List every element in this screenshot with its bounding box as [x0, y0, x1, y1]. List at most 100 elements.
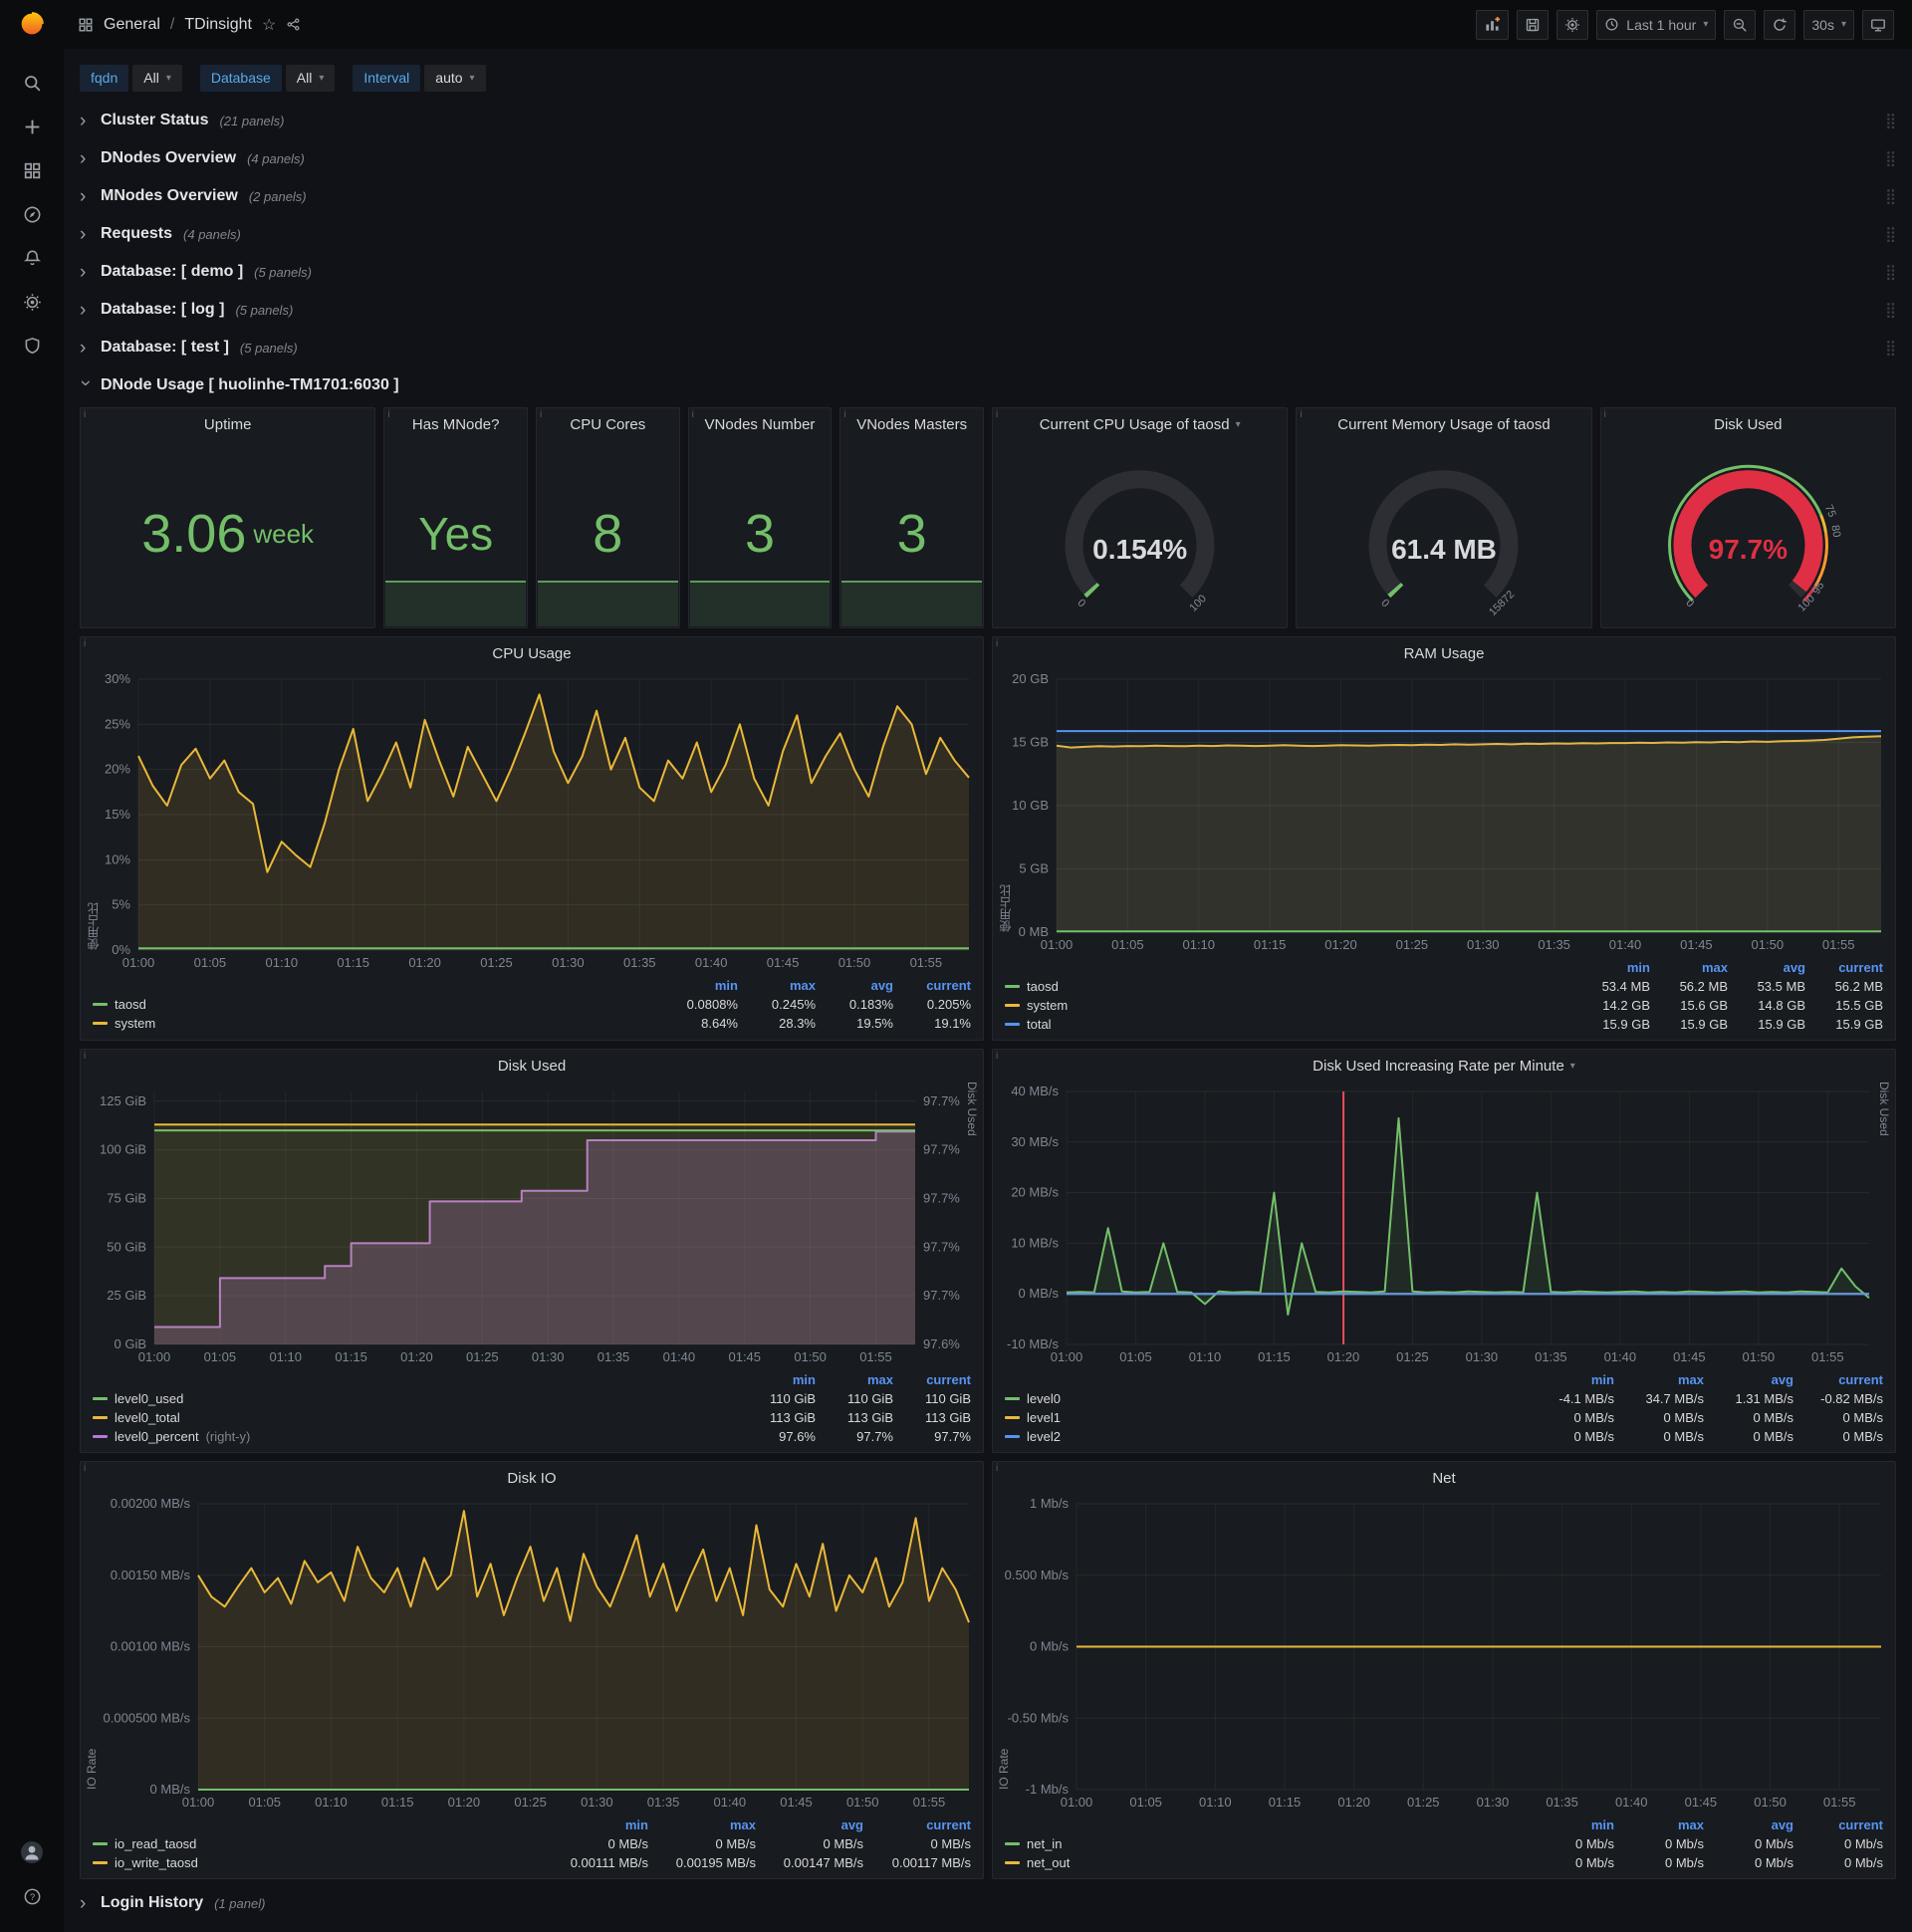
panel-info-icon[interactable]: i: [689, 408, 704, 423]
interval-variable-label[interactable]: Interval: [353, 64, 421, 92]
panel-info-icon[interactable]: i: [1601, 408, 1616, 423]
row-drag-handle[interactable]: ⣿: [1885, 112, 1896, 129]
legend-col[interactable]: current: [893, 1372, 971, 1387]
legend-col[interactable]: min: [1525, 1817, 1614, 1832]
add-panel-button[interactable]: [1476, 9, 1510, 40]
row-mnodes-overview[interactable]: › MNodes Overview (2 panels) ⣿: [80, 180, 1896, 212]
row-cluster-status[interactable]: › Cluster Status (21 panels) ⣿: [80, 105, 1896, 136]
legend-series[interactable]: level0_total: [93, 1410, 738, 1425]
panel-title[interactable]: RAM Usage: [993, 637, 1895, 669]
legend-series[interactable]: level0_percent (right-y): [93, 1429, 738, 1444]
legend-series[interactable]: level1: [1005, 1410, 1525, 1425]
panel-info-icon[interactable]: i: [993, 637, 1008, 652]
legend-series[interactable]: level2: [1005, 1429, 1525, 1444]
tv-mode-button[interactable]: [1862, 9, 1894, 40]
legend-col[interactable]: min: [738, 1372, 816, 1387]
row-drag-handle[interactable]: ⣿: [1885, 187, 1896, 205]
panel-title[interactable]: CPU Cores: [537, 408, 679, 440]
fqdn-variable-value[interactable]: All ▾: [132, 64, 182, 92]
legend-col[interactable]: min: [541, 1817, 648, 1832]
row-dnodes-overview[interactable]: › DNodes Overview (4 panels) ⣿: [80, 142, 1896, 174]
legend-series[interactable]: total: [1005, 1017, 1572, 1032]
net-chart[interactable]: 01:00 01:05 01:10 01:15 01:20 01:25 01:30 01:35…: [993, 1494, 1895, 1813]
panel-title[interactable]: Current Memory Usage of taosd: [1297, 408, 1590, 440]
legend-col[interactable]: min: [1572, 960, 1650, 975]
legend-series[interactable]: io_write_taosd: [93, 1855, 541, 1870]
breadcrumb-folder[interactable]: General: [104, 16, 160, 34]
share-icon[interactable]: [286, 17, 301, 32]
row-drag-handle[interactable]: ⣿: [1885, 225, 1896, 243]
panel-title[interactable]: Disk Used: [1601, 408, 1895, 440]
panel-title[interactable]: VNodes Number: [689, 408, 832, 440]
panel-title[interactable]: Uptime: [81, 408, 374, 440]
legend-col[interactable]: avg: [1704, 1372, 1793, 1387]
panel-info-icon[interactable]: i: [993, 408, 1008, 423]
legend-col[interactable]: max: [816, 1372, 893, 1387]
explore-compass-icon[interactable]: [12, 192, 52, 236]
panel-info-icon[interactable]: i: [384, 408, 399, 423]
panel-info-icon[interactable]: i: [840, 408, 855, 423]
row-drag-handle[interactable]: ⣿: [1885, 339, 1896, 357]
time-range-picker[interactable]: Last 1 hour ▾: [1596, 9, 1717, 40]
legend-col[interactable]: min: [1525, 1372, 1614, 1387]
panel-title[interactable]: Disk Used: [81, 1050, 983, 1082]
panel-info-icon[interactable]: i: [993, 1462, 1008, 1477]
panel-info-icon[interactable]: i: [81, 408, 96, 423]
legend-series[interactable]: level0: [1005, 1391, 1525, 1406]
grafana-logo[interactable]: [17, 9, 47, 39]
dashboards-icon[interactable]: [12, 148, 52, 192]
star-icon[interactable]: ☆: [262, 15, 276, 35]
panel-info-icon[interactable]: i: [81, 1050, 96, 1065]
legend-series[interactable]: level0_used: [93, 1391, 738, 1406]
legend-series[interactable]: system: [93, 1016, 660, 1031]
dashboard-grid-icon[interactable]: [78, 17, 94, 33]
legend-series[interactable]: net_out: [1005, 1855, 1525, 1870]
legend-series[interactable]: io_read_taosd: [93, 1836, 541, 1851]
legend-col[interactable]: current: [863, 1817, 971, 1832]
disk-io-chart[interactable]: 01:00 01:05 01:10 01:15 01:20 01:25 01:30 01:35…: [81, 1494, 983, 1813]
refresh-interval-select[interactable]: 30s ▾: [1803, 9, 1854, 40]
cpu-usage-chart[interactable]: 01:00 01:05 01:10 01:15 01:20 01:25 01:30 01:35…: [81, 669, 983, 974]
row-drag-handle[interactable]: ⣿: [1885, 263, 1896, 281]
panel-info-icon[interactable]: i: [81, 637, 96, 652]
row-drag-handle[interactable]: ⣿: [1885, 149, 1896, 167]
search-icon[interactable]: [12, 61, 52, 105]
panel-title[interactable]: Net: [993, 1462, 1895, 1494]
zoom-out-button[interactable]: [1724, 9, 1757, 40]
row-login-history[interactable]: › Login History (1 panel): [80, 1887, 1896, 1919]
legend-series[interactable]: net_in: [1005, 1836, 1525, 1851]
help-icon[interactable]: ?: [12, 1874, 52, 1918]
panel-title[interactable]: Has MNode?: [384, 408, 527, 440]
legend-col[interactable]: max: [648, 1817, 756, 1832]
legend-col[interactable]: min: [660, 978, 738, 993]
row-requests[interactable]: › Requests (4 panels) ⣿: [80, 218, 1896, 250]
row-dnode-usage[interactable]: › DNode Usage [ huolinhe-TM1701:6030 ]: [76, 369, 1896, 401]
configuration-gear-icon[interactable]: [12, 280, 52, 324]
panel-info-icon[interactable]: i: [537, 408, 552, 423]
disk-rate-chart[interactable]: 01:00 01:05 01:10 01:15 01:20 01:25 01:30 01:35…: [993, 1082, 1895, 1368]
create-plus-icon[interactable]: [12, 105, 52, 148]
panel-title[interactable]: Current CPU Usage of taosd ▾: [993, 408, 1287, 440]
alerting-bell-icon[interactable]: [12, 236, 52, 280]
save-dashboard-button[interactable]: [1517, 9, 1550, 40]
legend-series[interactable]: system: [1005, 998, 1572, 1013]
legend-col[interactable]: avg: [1728, 960, 1805, 975]
panel-title[interactable]: Disk Used Increasing Rate per Minute ▾: [993, 1050, 1895, 1082]
legend-col[interactable]: max: [738, 978, 816, 993]
row-database-log[interactable]: › Database: [ log ] (5 panels) ⣿: [80, 294, 1896, 326]
panel-info-icon[interactable]: i: [993, 1050, 1008, 1065]
row-drag-handle[interactable]: ⣿: [1885, 301, 1896, 319]
ram-usage-chart[interactable]: 01:00 01:05 01:10 01:15 01:20 01:25 01:30 01:35…: [993, 669, 1895, 956]
legend-col[interactable]: avg: [1704, 1817, 1793, 1832]
legend-col[interactable]: current: [893, 978, 971, 993]
refresh-button[interactable]: [1764, 9, 1796, 40]
legend-col[interactable]: current: [1793, 1372, 1883, 1387]
user-avatar[interactable]: [12, 1830, 52, 1874]
legend-col[interactable]: current: [1793, 1817, 1883, 1832]
legend-col[interactable]: max: [1614, 1372, 1704, 1387]
database-variable-label[interactable]: Database: [199, 64, 282, 92]
legend-series[interactable]: taosd: [1005, 979, 1572, 994]
panel-title[interactable]: VNodes Masters: [840, 408, 983, 440]
disk-used-chart[interactable]: 01:00 01:05 01:10 01:15 01:20 01:25 01:30 01:35…: [81, 1082, 983, 1368]
panel-info-icon[interactable]: i: [1297, 408, 1312, 423]
